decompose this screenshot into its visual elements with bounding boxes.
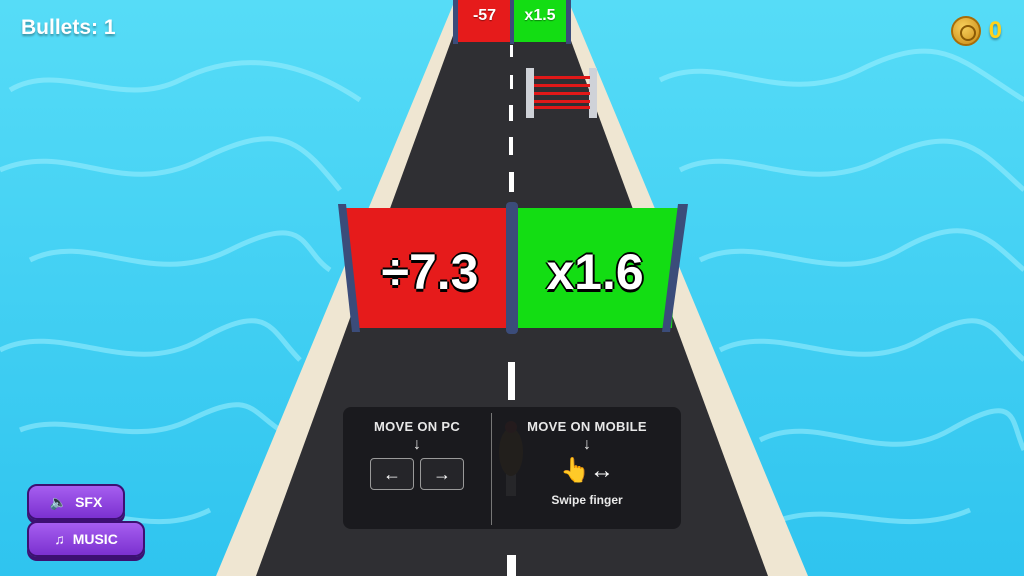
- sfx-label: SFX: [75, 494, 103, 510]
- far-gate-right-label: x1.5: [524, 7, 556, 24]
- left-arrow-key-icon: ←: [370, 458, 414, 490]
- speaker-icon: 🔈: [49, 493, 68, 510]
- swipe-finger-icon: 👆↔: [560, 457, 614, 484]
- near-gate-left-label: ÷7.3: [381, 244, 479, 300]
- coin-icon: [950, 16, 981, 46]
- mobile-controls: MOVE ON MOBILE ↓ 👆↔ Swipe finger: [493, 407, 681, 529]
- right-arrow-key-icon: →: [420, 458, 464, 490]
- bullets-counter: Bullets: 1: [21, 16, 116, 39]
- arrow-down-icon: ↓: [583, 436, 591, 453]
- music-label: MUSIC: [72, 531, 118, 547]
- pc-controls-title: MOVE ON PC: [373, 419, 461, 434]
- mobile-controls-title: MOVE ON MOBILE: [527, 419, 647, 434]
- pc-controls: MOVE ON PC ↓ ← →: [343, 407, 491, 529]
- far-gate-left-label: -57: [472, 7, 497, 24]
- tutorial-divider: [491, 413, 492, 525]
- sfx-toggle-button[interactable]: 🔈 SFX: [27, 484, 125, 520]
- swipe-label: Swipe finger: [551, 493, 623, 507]
- coin-count: 0: [988, 17, 1002, 44]
- coin-counter: 0: [950, 16, 1002, 46]
- music-note-icon: ♫: [54, 531, 65, 547]
- music-toggle-button[interactable]: ♫ MUSIC: [27, 521, 145, 557]
- arrow-down-icon: ↓: [413, 436, 421, 453]
- controls-tutorial-panel: MOVE ON PC ↓ ← → MOVE ON MOBILE ↓ 👆↔ Swip…: [343, 407, 681, 529]
- near-gate-right-label: x1.6: [546, 244, 644, 300]
